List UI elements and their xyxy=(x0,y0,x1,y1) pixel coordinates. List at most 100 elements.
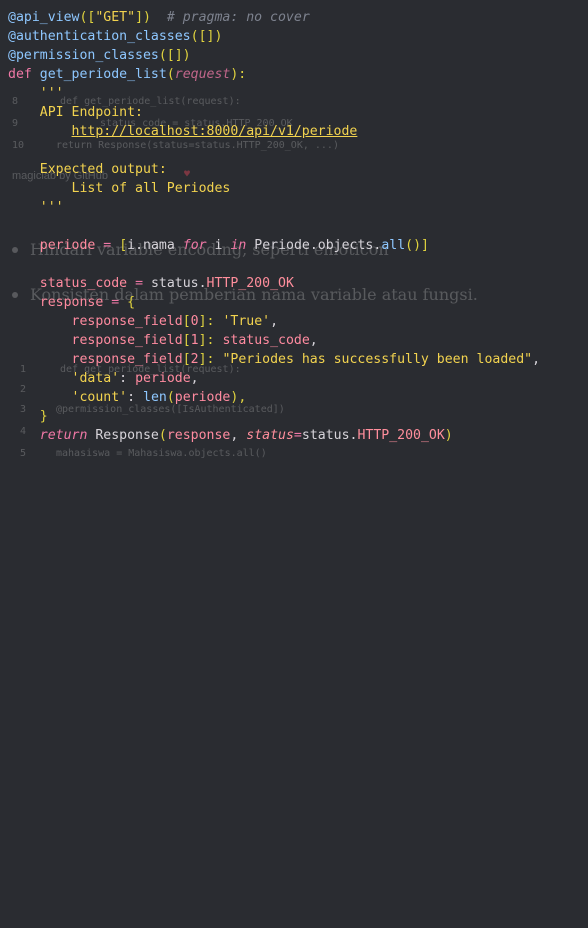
code-line: http://localhost:8000/api/v1/periode xyxy=(8,122,358,141)
code-line: } xyxy=(8,407,48,426)
keyword: def xyxy=(8,67,32,82)
identifier: response_field xyxy=(71,333,183,348)
identifier: status. xyxy=(301,428,358,443)
code-line: response = { xyxy=(8,293,135,312)
operator: = xyxy=(103,238,112,253)
docstring-link[interactable]: http://localhost:8000/api/v1/periode xyxy=(72,124,358,139)
code-line: return Response(response, status=status.… xyxy=(8,426,453,445)
punctuation: , xyxy=(270,314,279,329)
punctuation: { xyxy=(127,295,136,310)
punctuation: [ xyxy=(182,333,191,348)
string: 'True' xyxy=(222,314,271,329)
punctuation: ]) xyxy=(135,10,151,25)
punctuation: , xyxy=(190,371,199,386)
identifier: status. xyxy=(150,276,207,291)
decorator: @authentication_classes xyxy=(8,29,191,44)
punctuation: ( xyxy=(166,390,175,405)
code-line: @api_view(["GET"]) # pragma: no cover xyxy=(8,8,310,27)
operator: = xyxy=(111,295,120,310)
comment: # pragma: no cover xyxy=(166,10,310,25)
identifier: response_field xyxy=(71,352,183,367)
punctuation: : xyxy=(127,390,136,405)
code-line: Expected output: xyxy=(8,160,167,179)
number: 0 xyxy=(190,314,199,329)
punctuation: ( xyxy=(158,428,167,443)
function-call: all xyxy=(381,238,406,253)
ghost-text: mahasiswa = Mahasiswa.objects.all() xyxy=(56,448,267,459)
operator: = xyxy=(293,428,302,443)
variable: response xyxy=(166,428,231,443)
docstring: ''' xyxy=(39,86,64,101)
punctuation: [ xyxy=(119,238,128,253)
punctuation: [ xyxy=(182,352,191,367)
code-line: @permission_classes([]) xyxy=(8,46,191,65)
variable: periode xyxy=(135,371,191,386)
punctuation: [ xyxy=(182,314,191,329)
function-name: get_periode_list xyxy=(39,67,167,82)
variable: response xyxy=(39,295,104,310)
code-line: 'count': len(periode), xyxy=(8,388,247,407)
identifier: response_field xyxy=(71,314,183,329)
punctuation: } xyxy=(39,409,48,424)
code-line: ''' xyxy=(8,84,64,103)
code-line: ''' xyxy=(8,198,64,217)
decorator: @permission_classes xyxy=(8,48,159,63)
code-line: response_field[0]: 'True', xyxy=(8,312,279,331)
keyword: for xyxy=(182,238,207,253)
keyword: in xyxy=(230,238,247,253)
number: 2 xyxy=(190,352,199,367)
code-line: def get_periode_list(request): xyxy=(8,65,246,84)
string: 'count' xyxy=(71,390,128,405)
docstring: List of all Periodes xyxy=(71,181,231,196)
punctuation: ), xyxy=(230,390,247,405)
code-editor[interactable]: 8 def get_periode_list(request): 9 statu… xyxy=(0,0,588,464)
code-line: List of all Periodes xyxy=(8,179,231,198)
operator: = xyxy=(135,276,144,291)
string: "Periodes has successfully been loaded" xyxy=(222,352,533,367)
ghost-text: return Response(status=status.HTTP_200_O… xyxy=(56,140,339,151)
constant: HTTP_200_OK xyxy=(357,428,445,443)
ghost-line-number: 5 xyxy=(20,448,27,459)
keyword-argument: status xyxy=(246,428,294,443)
punctuation: : xyxy=(119,371,128,386)
variable: periode xyxy=(174,390,231,405)
punctuation: , xyxy=(309,333,318,348)
number: 1 xyxy=(190,333,199,348)
keyword: return xyxy=(39,428,88,443)
identifier: Periode.objects. xyxy=(254,238,382,253)
identifier: i.nama xyxy=(127,238,175,253)
punctuation: ([]) xyxy=(158,48,191,63)
variable: status_code xyxy=(222,333,310,348)
function-call: len xyxy=(143,390,167,405)
ghost-line-number: 10 xyxy=(12,140,25,151)
docstring: ''' xyxy=(39,200,64,215)
parameter: request xyxy=(174,67,231,82)
punctuation: , xyxy=(532,352,541,367)
punctuation: ( xyxy=(166,67,175,82)
code-line: periode = [i.nama for i in Periode.objec… xyxy=(8,236,429,255)
punctuation: ]: xyxy=(198,352,215,367)
string: 'data' xyxy=(71,371,120,386)
constant: HTTP_200_OK xyxy=(206,276,294,291)
class-name: Response xyxy=(95,428,159,443)
code-line: response_field[2]: "Periodes has success… xyxy=(8,350,541,369)
code-line: @authentication_classes([]) xyxy=(8,27,222,46)
punctuation: ()] xyxy=(405,238,429,253)
punctuation: , xyxy=(230,428,239,443)
punctuation: ]: xyxy=(198,314,215,329)
string: "GET" xyxy=(95,10,136,25)
docstring: API Endpoint: xyxy=(39,105,143,120)
code-line: status_code = status.HTTP_200_OK xyxy=(8,274,294,293)
variable: periode xyxy=(39,238,96,253)
code-line: response_field[1]: status_code, xyxy=(8,331,318,350)
punctuation: ]: xyxy=(198,333,215,348)
punctuation: ([]) xyxy=(190,29,223,44)
identifier: i xyxy=(214,238,223,253)
punctuation: ([ xyxy=(79,10,96,25)
punctuation: ) xyxy=(444,428,453,443)
docstring: Expected output: xyxy=(39,162,167,177)
punctuation: ): xyxy=(230,67,247,82)
variable: status_code xyxy=(39,276,128,291)
code-line: API Endpoint: xyxy=(8,103,143,122)
code-line: 'data': periode, xyxy=(8,369,199,388)
